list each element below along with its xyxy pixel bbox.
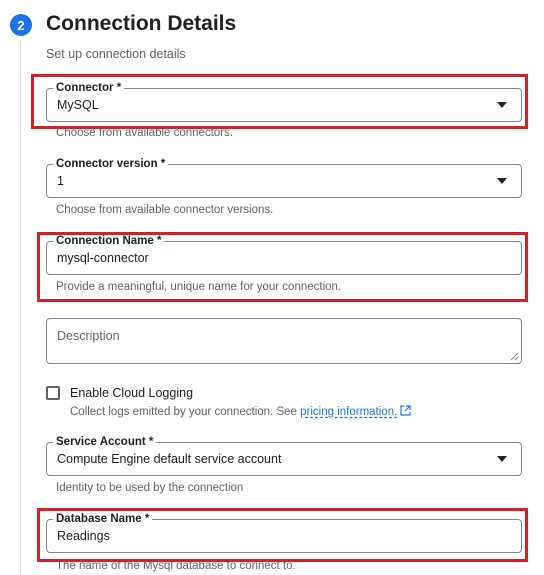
external-link-icon[interactable]	[400, 405, 411, 416]
connector-version-hint: Choose from available connector versions…	[56, 204, 274, 216]
connector-version-label: Connector version *	[53, 157, 169, 171]
enable-cloud-logging-label[interactable]: Enable Cloud Logging	[70, 386, 193, 400]
pricing-information-link[interactable]: pricing information.	[300, 406, 397, 418]
dropdown-arrow-icon[interactable]	[497, 178, 507, 184]
service-account-select[interactable]: Service Account * Compute Engine default…	[46, 435, 522, 476]
connector-hint: Choose from available connectors.	[56, 127, 234, 139]
dropdown-arrow-icon[interactable]	[497, 102, 507, 108]
service-account-value: Compute Engine default service account	[57, 452, 282, 466]
step-connector-line	[20, 40, 21, 575]
resize-handle-icon[interactable]	[510, 352, 519, 361]
cloud-logging-description-text: Collect logs emitted by your connection.…	[70, 406, 297, 418]
cloud-logging-description: Collect logs emitted by your connection.…	[70, 405, 411, 418]
enable-cloud-logging-checkbox[interactable]	[46, 386, 60, 400]
connection-name-hint: Provide a meaningful, unique name for yo…	[56, 281, 342, 293]
database-name-value[interactable]: Readings	[57, 520, 110, 552]
database-name-hint: The name of the Mysql database to connec…	[56, 560, 296, 572]
connector-version-value: 1	[57, 174, 64, 188]
connector-value: MySQL	[57, 98, 99, 112]
dropdown-arrow-icon[interactable]	[497, 456, 507, 462]
connection-name-input[interactable]: Connection Name * mysql-connector	[46, 234, 522, 275]
description-placeholder: Description	[57, 329, 120, 343]
section-title: Connection Details	[46, 12, 237, 35]
connection-name-value[interactable]: mysql-connector	[57, 242, 149, 274]
section-subtitle: Set up connection details	[46, 47, 186, 61]
connection-details-panel: 2 Connection Details Set up connection d…	[0, 0, 544, 575]
description-textarea[interactable]: Description	[46, 318, 522, 364]
connector-select[interactable]: Connector * MySQL	[46, 81, 522, 122]
connector-version-select[interactable]: Connector version * 1	[46, 157, 522, 198]
step-number-badge: 2	[10, 14, 32, 36]
service-account-hint: Identity to be used by the connection	[56, 482, 244, 494]
database-name-input[interactable]: Database Name * Readings	[46, 512, 522, 553]
